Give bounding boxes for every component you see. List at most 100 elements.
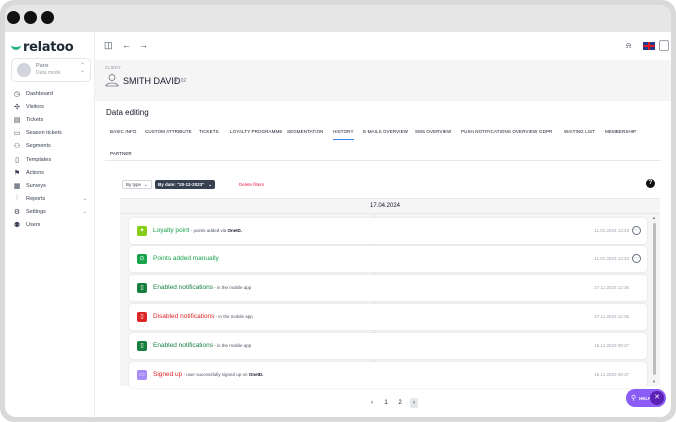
tab-history[interactable]: History	[333, 129, 354, 140]
window-dot	[41, 11, 54, 24]
history-item-timestamp: 27.11.2023 12:36	[594, 285, 629, 290]
tab-gdpr[interactable]: GDPR	[539, 129, 552, 134]
chevron-down-icon: ⌄	[144, 181, 148, 187]
tab-loyalty-programme[interactable]: Loyalty programme	[230, 129, 282, 134]
app-logo[interactable]: relatoo	[11, 40, 74, 55]
sidebar-item-visitors[interactable]: ✣ Visitors	[5, 100, 95, 113]
history-item[interactable]: ▯ Enabled notifications - in the mobile a…	[129, 333, 647, 359]
place-selector[interactable]: Paris Data mode ⌃ ⌄	[11, 58, 91, 82]
sidebar-item-settings[interactable]: ⚙ Settings ⌄	[5, 206, 95, 219]
filter-by-type[interactable]: By type ⌄	[122, 180, 152, 189]
filter-by-date[interactable]: By date: "20-12-2023" ⌄	[155, 180, 216, 189]
user-profile-icon[interactable]	[659, 40, 669, 51]
sidebar-item-label: Reports	[26, 196, 46, 203]
history-item[interactable]: ▯ Disabled notifications - in the mobile …	[129, 304, 647, 330]
sidebar-item-label: Segments	[26, 143, 51, 150]
signup-icon: ▭	[137, 370, 147, 380]
data-editing-panel: Data editing Basic info Custom attribute T…	[95, 101, 671, 417]
tab-push-notifications-overview[interactable]: Push notifications overview	[461, 129, 537, 134]
history-item-title: Signed up - user successfully signed up …	[153, 371, 264, 378]
history-item-title: Disabled notifications - in the mobile a…	[153, 313, 253, 320]
place-name: Paris	[36, 63, 49, 69]
tab-membership[interactable]: Membership	[605, 129, 636, 134]
sidebar-item-actions[interactable]: ⚑ Actions	[5, 166, 95, 179]
settings-icon: ⚙	[13, 209, 21, 217]
history-item-title: Enabled notifications - in the mobile ap…	[153, 284, 252, 291]
history-item-timestamp: 15.11.2023 09:37	[594, 372, 629, 377]
history-item-timestamp: 11.01.2024 13:33	[594, 256, 629, 261]
delete-filters-link[interactable]: Delete filters	[239, 182, 264, 187]
history-item-description: - user successfully signed up on OneID.	[182, 372, 264, 377]
sidebar: relatoo Paris Data mode ⌃ ⌄ ◷ Dashboard ✣ Vi…	[5, 32, 95, 417]
templates-icon: ▯	[15, 156, 19, 164]
history-divider	[120, 213, 660, 214]
place-mode: Data mode	[36, 70, 61, 76]
notification-bell-icon[interactable]: ⍾	[626, 41, 631, 51]
client-id: - #102	[172, 78, 187, 84]
history-item-timestamp: 15.11.2023 09:37	[594, 343, 629, 348]
dashboard-icon: ◷	[13, 90, 21, 98]
sidebar-item-segments[interactable]: ⚇ Segments	[5, 140, 95, 153]
help-question-icon[interactable]: ?	[646, 179, 655, 188]
chevron-down-icon: ⌄	[208, 181, 213, 187]
history-item[interactable]: ▭ Signed up - user successfully signed up…	[129, 362, 647, 388]
tab-e-mails-overview[interactable]: E-mails overview	[363, 129, 408, 134]
client-header: CLIENT SMITH DAVID - #102	[95, 60, 671, 101]
tab-segmentation[interactable]: Segmentation	[287, 129, 324, 134]
history-item-title: Loyalty point - points added via OneID.	[153, 227, 243, 234]
sidebar-item-season-tickets[interactable]: ▭ Season tickets	[5, 127, 95, 140]
top-bar: ◫ ← → ⍾	[95, 32, 671, 60]
sidebar-item-label: Season tickets	[26, 130, 62, 137]
pagination-prev-button[interactable]: ‹	[368, 398, 376, 408]
sidebar-toggle-icon[interactable]: ◫	[104, 40, 113, 51]
sidebar-item-templates[interactable]: ▯ Templates	[5, 153, 95, 166]
history-item[interactable]: ▯ Enabled notifications - in the mobile a…	[129, 275, 647, 301]
sidebar-item-label: Dashboard	[26, 90, 53, 97]
help-widget[interactable]: ⚲ HELP ✕	[626, 389, 666, 407]
history-item-title: Enabled notifications - in the mobile ap…	[153, 342, 252, 349]
pagination-page-1[interactable]: 1	[382, 398, 390, 408]
scroll-up-icon[interactable]: ▲	[652, 215, 656, 220]
back-arrow-icon[interactable]: ←	[122, 40, 131, 50]
star-icon: ✦	[137, 226, 147, 236]
chevron-down-icon: ⌄	[82, 209, 87, 216]
tab-custom-attribute[interactable]: Custom attribute	[145, 129, 192, 134]
more-options-icon[interactable]: ⋯	[632, 226, 641, 235]
tab-tickets[interactable]: Tickets	[199, 129, 219, 134]
surveys-icon: ▦	[13, 182, 21, 190]
tab-partner[interactable]: Partner	[110, 151, 132, 156]
app-window: relatoo Paris Data mode ⌃ ⌄ ◷ Dashboard ✣ Vi…	[5, 5, 671, 417]
sidebar-item-label: Templates	[26, 156, 52, 163]
place-avatar	[17, 63, 31, 77]
history-item[interactable]: ⊙ Points added manually 11.01.2024 13:33 ⋯	[129, 246, 647, 272]
history-item-timestamp: 27.11.2023 12:36	[594, 314, 629, 319]
updown-icon: ⌃ ⌄	[79, 63, 85, 74]
tab-waiting-list[interactable]: Waiting list	[564, 129, 595, 134]
close-icon[interactable]: ✕	[650, 391, 664, 405]
tab-divider	[105, 160, 661, 161]
points-icon: ⊙	[137, 254, 147, 264]
sidebar-item-tickets[interactable]: ▤ Tickets	[5, 113, 95, 126]
tab-basic-info[interactable]: Basic info	[110, 129, 137, 134]
history-scrollbar[interactable]	[653, 223, 656, 375]
more-options-icon[interactable]: ⋯	[632, 254, 641, 263]
sidebar-item-dashboard[interactable]: ◷ Dashboard	[5, 87, 95, 100]
history-item[interactable]: ✦ Loyalty point - points added via OneID.…	[129, 218, 647, 244]
language-flag-icon[interactable]	[643, 42, 655, 50]
phone-icon: ▯	[137, 341, 147, 351]
lightbulb-icon: ⚲	[631, 395, 637, 402]
season-tickets-icon: ▭	[13, 130, 21, 138]
client-avatar-icon	[105, 74, 119, 87]
tab-sms-overview[interactable]: SMS overview	[415, 129, 451, 134]
sidebar-item-surveys[interactable]: ▦ Surveys	[5, 179, 95, 192]
forward-arrow-icon[interactable]: →	[139, 40, 148, 50]
client-label: CLIENT	[105, 65, 122, 70]
scroll-down-icon[interactable]: ▼	[652, 379, 656, 384]
sidebar-item-reports[interactable]: ⫶ Reports ⌄	[5, 193, 95, 206]
pagination-page-2[interactable]: 2	[396, 398, 404, 408]
pagination-next-button[interactable]: ›	[410, 397, 418, 408]
sidebar-item-users[interactable]: ⚉ Users	[5, 219, 95, 232]
sidebar-item-label: Settings	[26, 209, 46, 216]
history-date: 17.04.2024	[369, 203, 401, 209]
device-frame: relatoo Paris Data mode ⌃ ⌄ ◷ Dashboard ✣ Vi…	[0, 0, 676, 422]
